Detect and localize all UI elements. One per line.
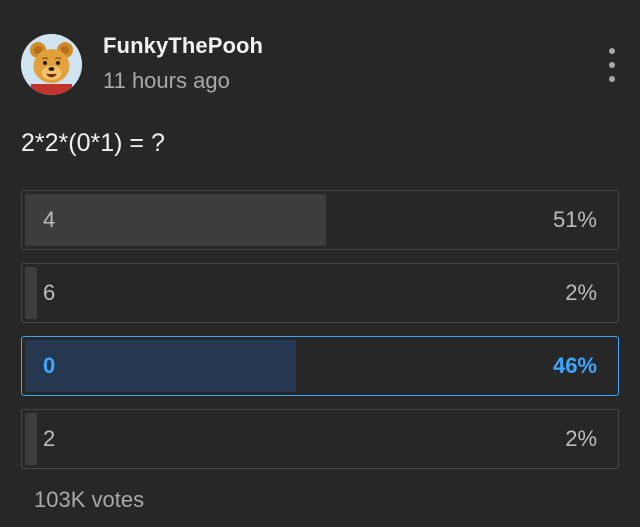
poll-option[interactable]: 0 46%: [21, 336, 619, 396]
poll-option-label: 2: [43, 426, 56, 451]
poll-option-percent: 46%: [552, 353, 597, 378]
poll-option-bar: [25, 194, 326, 246]
post-header: FunkyThePooh 11 hours ago: [0, 0, 640, 110]
poll-option-bar: [25, 267, 37, 319]
poll-option-label: 6: [43, 280, 56, 305]
menu-dot: [609, 62, 615, 68]
bear-face-icon: [21, 34, 82, 95]
poll-question: 2*2*(0*1) = ?: [21, 129, 165, 157]
poll-option-percent: 51%: [552, 207, 597, 232]
author-name[interactable]: FunkyThePooh: [103, 33, 263, 59]
poll-option-label: 0: [43, 353, 56, 378]
poll-option[interactable]: 4 51%: [21, 190, 619, 250]
poll-option[interactable]: 6 2%: [21, 263, 619, 323]
poll-option-label: 4: [43, 207, 56, 232]
poll-option[interactable]: 2 2%: [21, 409, 619, 469]
winnie-the-pooh-avatar[interactable]: [21, 34, 82, 95]
poll-option-percent: 2%: [565, 426, 597, 451]
poll-options: 4 51% 6 2% 0 46% 2 2%: [21, 190, 619, 482]
menu-dot: [609, 76, 615, 82]
vote-count: 103K votes: [34, 487, 145, 512]
menu-dot: [609, 48, 615, 54]
post-timestamp: 11 hours ago: [103, 68, 230, 93]
poll-option-bar: [25, 413, 37, 465]
poll-option-bar: [25, 340, 296, 392]
poll-option-percent: 2%: [565, 280, 597, 305]
more-vertical-icon[interactable]: [600, 48, 624, 82]
